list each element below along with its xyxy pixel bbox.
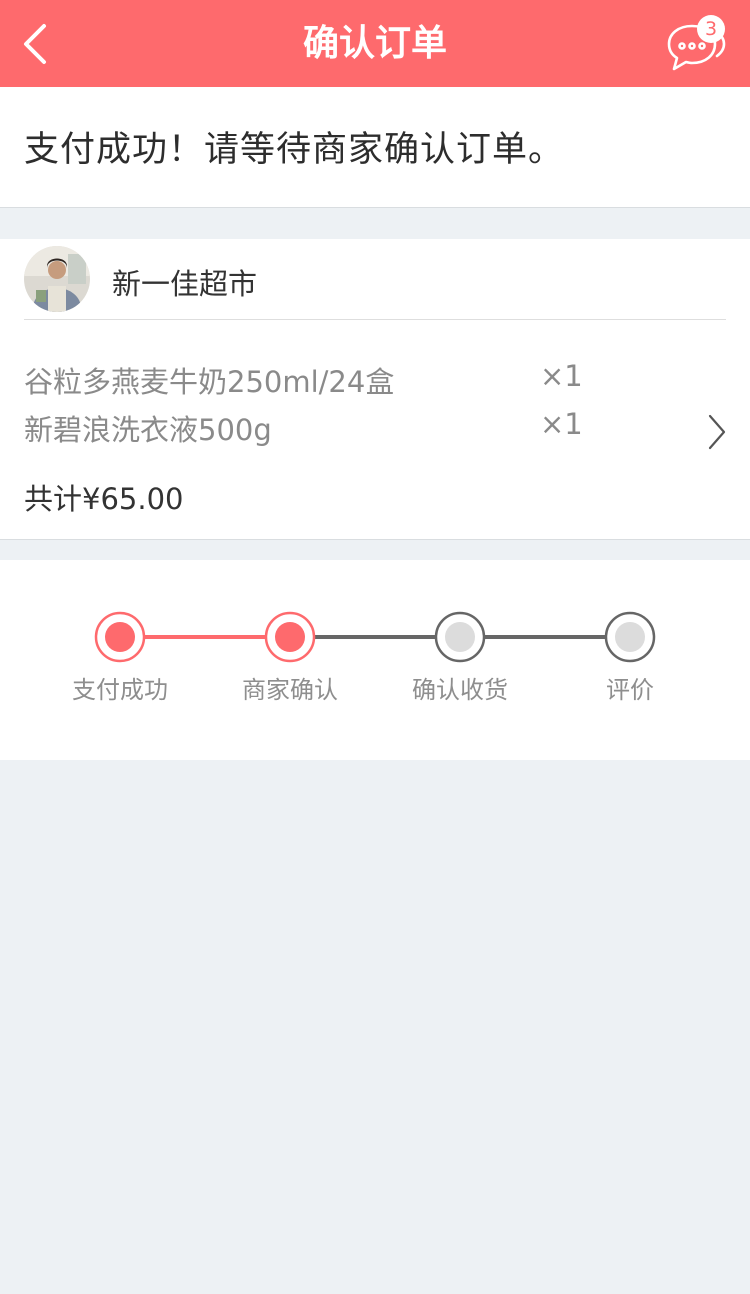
step-label: 支付成功 <box>72 676 168 704</box>
order-status-message: 支付成功！请等待商家确认订单。 <box>24 130 565 170</box>
chevron-right-icon[interactable] <box>704 412 730 452</box>
step-label: 评价 <box>606 676 654 704</box>
step-4-node <box>604 611 656 663</box>
step-label: 商家确认 <box>242 676 338 704</box>
order-total: 共计¥65.00 <box>24 482 184 516</box>
divider <box>24 319 726 320</box>
nav-bar: 确认订单 3 <box>0 0 750 87</box>
order-progress: 支付成功 商家确认 确认收货 评价 <box>0 560 750 760</box>
store-name: 新一佳超市 <box>112 267 258 301</box>
item-quantity: ×1 <box>540 407 583 441</box>
step-1-node <box>94 611 146 663</box>
message-count-badge: 3 <box>697 15 725 43</box>
store-avatar <box>24 246 90 312</box>
order-status-panel: 支付成功！请等待商家确认订单。 <box>0 87 750 208</box>
page-title: 确认订单 <box>302 23 447 64</box>
order-card[interactable]: 新一佳超市 谷粒多燕麦牛奶250ml/24盒 ×1 新碧浪洗衣液500g ×1 … <box>0 239 750 540</box>
item-name: 谷粒多燕麦牛奶250ml/24盒 <box>24 365 395 399</box>
step-label: 确认收货 <box>412 676 508 704</box>
item-name: 新碧浪洗衣液500g <box>24 413 272 447</box>
step-2-node <box>264 611 316 663</box>
item-quantity: ×1 <box>540 359 583 393</box>
step-3-node <box>434 611 486 663</box>
